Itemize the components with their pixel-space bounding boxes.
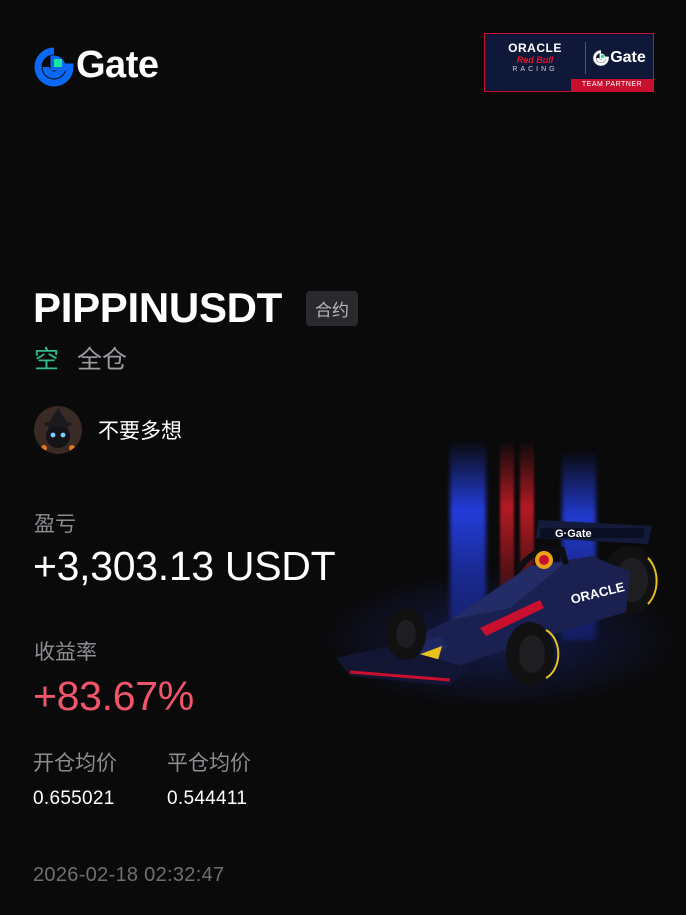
svg-text:G·Gate: G·Gate	[555, 528, 592, 540]
position-meta: 空 全仓	[34, 340, 127, 376]
timestamp: 2026-02-18 02:32:47	[33, 864, 225, 886]
gate-logo-text: Gate	[76, 44, 159, 86]
badge-gate-logo: Gate	[586, 49, 653, 67]
black-cat-witch-hat-avatar-icon	[34, 406, 82, 454]
user-row: 不要多想	[34, 406, 182, 454]
entry-price-label: 开仓均价	[33, 752, 117, 775]
gate-logo-icon	[34, 47, 74, 86]
race-car-icon: G·Gate ORACLE	[336, 520, 658, 686]
avatar	[34, 406, 82, 454]
oracle-text: ORACLE	[508, 40, 562, 55]
roi-value: +83.67%	[33, 673, 194, 719]
red-bull-text: Red Bull	[516, 54, 554, 65]
trading-pair: PIPPINUSDT	[33, 284, 283, 331]
close-price-label: 平仓均价	[167, 752, 251, 775]
oracle-red-bull-racing-logo: ORACLE Red Bull RACING	[485, 34, 585, 81]
roi-label: 收益率	[34, 641, 97, 664]
position-direction: 空	[34, 346, 60, 374]
pnl-value: +3,303.13 USDT	[33, 543, 336, 589]
racing-text: RACING	[512, 65, 558, 73]
contract-tag: 合约	[306, 290, 359, 326]
team-partner-strip: TEAM PARTNER	[571, 79, 653, 91]
gate-logo: Gate	[34, 44, 159, 87]
pnl-label: 盈亏	[34, 513, 76, 536]
close-price-value: 0.544411	[167, 788, 248, 809]
f1-car-illustration: G·Gate ORACLE	[300, 420, 686, 720]
entry-price-value: 0.655021	[33, 788, 115, 809]
username: 不要多想	[98, 420, 182, 443]
badge-gate-text: Gate	[610, 48, 646, 66]
gate-badge-icon	[593, 49, 610, 66]
team-partner-badge: ORACLE Red Bull RACING Gate TEAM PARTNER	[484, 33, 654, 92]
margin-mode: 全仓	[77, 346, 128, 374]
trading-pair-row: PIPPINUSDT 合约	[33, 284, 359, 332]
